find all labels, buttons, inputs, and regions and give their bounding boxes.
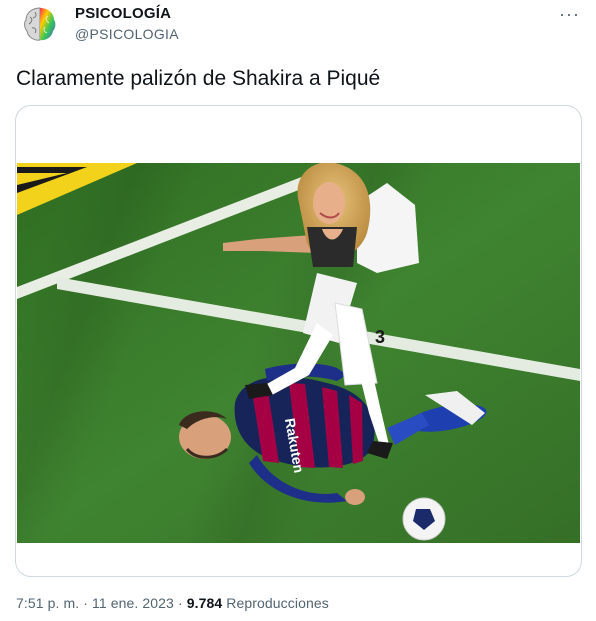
display-name[interactable]: PSICOLOGÍA [75, 5, 171, 22]
brain-icon [24, 7, 56, 41]
user-handle[interactable]: @PSICOLOGIA [75, 26, 179, 42]
more-options-icon[interactable]: ··· [559, 4, 580, 25]
tweet-image[interactable]: Rakuten 3 [17, 163, 580, 543]
media-card[interactable]: Rakuten 3 [15, 105, 582, 577]
avatar[interactable] [18, 2, 62, 46]
tweet-text: Claramente palizón de Shakira a Piqué [16, 67, 381, 90]
svg-text:3: 3 [375, 327, 385, 347]
meta-separator: · [177, 595, 183, 611]
tweet-meta: 7:51 p. m. · 11 ene. 2023 · 9.784 Reprod… [16, 595, 329, 611]
tweet-time[interactable]: 7:51 p. m. [16, 595, 79, 611]
meta-separator: · [83, 595, 89, 611]
tweet-date[interactable]: 11 ene. 2023 [92, 595, 174, 611]
views-count: 9.784 [186, 595, 223, 611]
views-label: Reproducciones [226, 595, 329, 611]
